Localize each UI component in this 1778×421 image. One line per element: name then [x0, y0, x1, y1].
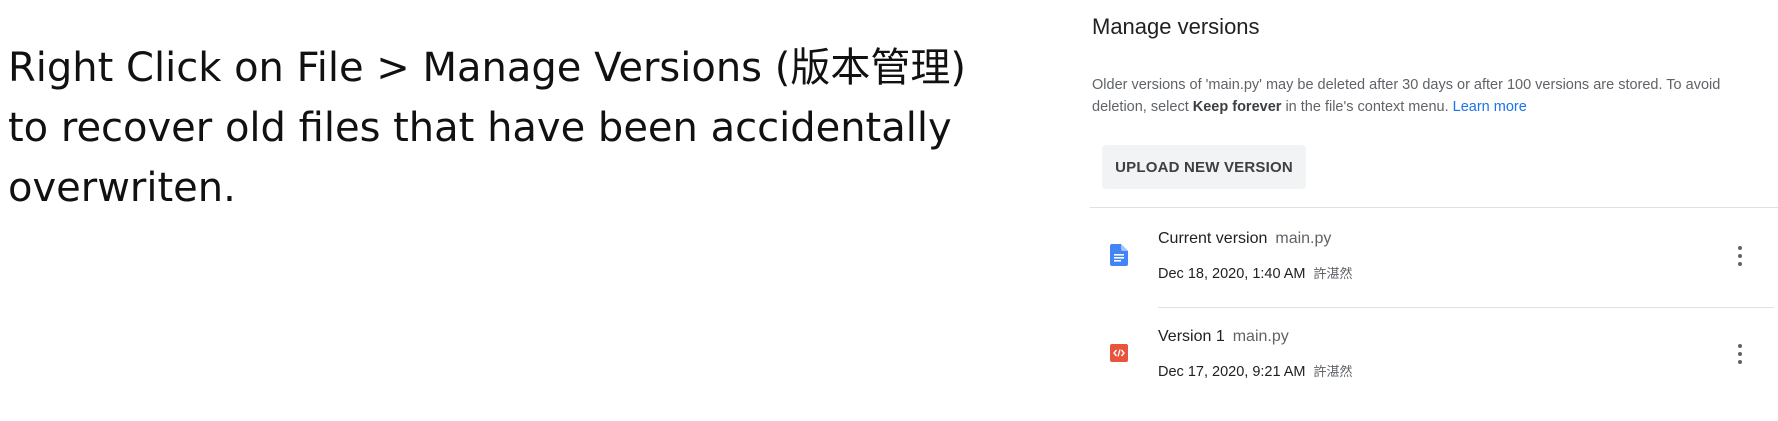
version-author: 許湛然 — [1313, 365, 1353, 380]
version-meta: Dec 18, 2020, 1:40 AM 許湛然 — [1158, 263, 1353, 282]
version-label: Current version — [1158, 230, 1268, 247]
google-doc-icon — [1110, 244, 1128, 266]
version-title: Version 1 main.py — [1158, 328, 1289, 346]
version-label: Version 1 — [1158, 328, 1225, 345]
version-filename: main.py — [1232, 328, 1289, 345]
instruction-caption: Right Click on File > Manage Versions (版… — [8, 38, 1068, 218]
retention-description: Older versions of 'main.py' may be delet… — [1092, 74, 1762, 118]
version-row-1[interactable]: Version 1 main.py Dec 17, 2020, 9:21 AM 許湛… — [1090, 318, 1778, 396]
more-options-icon[interactable] — [1726, 338, 1754, 370]
description-text-end: in the file's context menu. — [1281, 99, 1453, 115]
dialog-title: Manage versions — [1092, 14, 1260, 39]
version-filename: main.py — [1275, 230, 1332, 247]
version-timestamp: Dec 18, 2020, 1:40 AM — [1158, 266, 1306, 282]
caption-line-3: overwriten. — [8, 165, 236, 211]
version-row-current[interactable]: Current version main.py Dec 18, 2020, 1:4… — [1090, 220, 1778, 298]
upload-new-version-button[interactable]: UPLOAD NEW VERSION — [1102, 145, 1306, 189]
more-options-icon[interactable] — [1726, 240, 1754, 272]
version-timestamp: Dec 17, 2020, 9:21 AM — [1158, 364, 1306, 380]
divider — [1090, 207, 1778, 208]
caption-line-2: to recover old files that have been acci… — [8, 105, 952, 151]
learn-more-link[interactable]: Learn more — [1453, 99, 1527, 115]
caption-line-1: Right Click on File > Manage Versions (版… — [8, 45, 966, 91]
version-author: 許湛然 — [1313, 267, 1353, 282]
divider — [1158, 307, 1774, 308]
code-file-icon — [1110, 344, 1128, 362]
version-meta: Dec 17, 2020, 9:21 AM 許湛然 — [1158, 361, 1353, 380]
manage-versions-dialog: Manage versions Older versions of 'main.… — [1090, 0, 1778, 421]
version-title: Current version main.py — [1158, 230, 1331, 248]
keep-forever-text: Keep forever — [1192, 99, 1282, 115]
